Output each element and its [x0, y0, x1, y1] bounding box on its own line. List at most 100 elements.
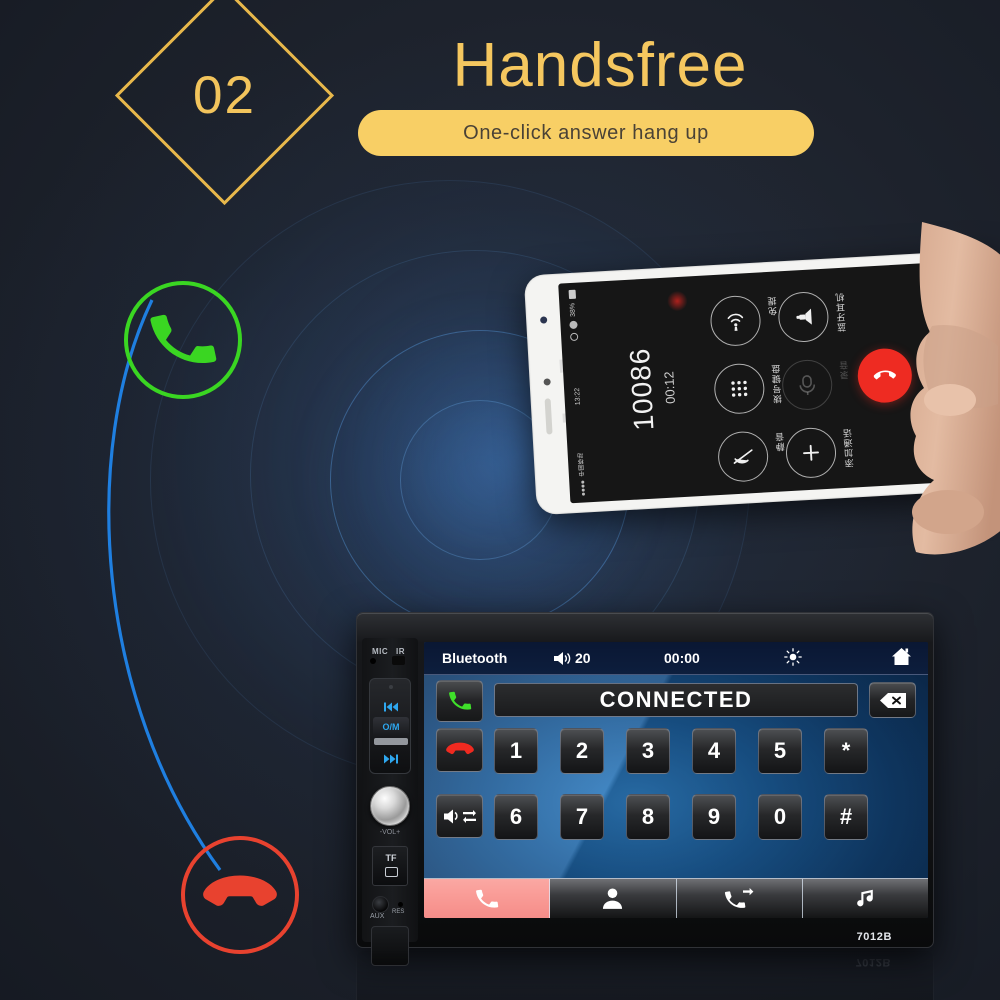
phone-clock: 13:22: [573, 387, 582, 406]
call-status-text: CONNECTED: [599, 687, 753, 712]
screen-clock: 00:00: [664, 650, 700, 666]
model-label: 7012B: [856, 931, 892, 943]
call-action-bluetooth-headset[interactable]: 蓝牙耳机: [777, 290, 847, 344]
call-action-label: 添加通话: [842, 427, 855, 468]
stereo-reflection: 7012B: [356, 950, 934, 1000]
tf-card-slot[interactable]: TF: [372, 846, 408, 886]
call-actions-grid: 免提 拨号键盘 静音 蓝牙耳机 录音 添加通话: [709, 284, 855, 483]
key-0[interactable]: 0: [758, 794, 802, 840]
call-number: 10086: [623, 346, 660, 432]
keypad-icon: [712, 362, 766, 416]
power-mode-button[interactable]: O/M: [373, 717, 409, 737]
battery-percent: 38%: [568, 302, 577, 318]
tab-music[interactable]: [803, 879, 928, 918]
call-status-display: CONNECTED: [494, 683, 858, 717]
key-9[interactable]: 9: [692, 794, 736, 840]
audio-transfer-icon: [443, 809, 476, 823]
key-5[interactable]: 5: [758, 728, 802, 774]
brightness-icon: [784, 647, 802, 666]
speaker-wifi-icon: [709, 294, 762, 348]
stereo-touchscreen[interactable]: Bluetooth 20 00:00 CONNECTED 1 2 3 4 5 *…: [424, 642, 928, 918]
tab-dialer[interactable]: [424, 879, 551, 918]
speaker-icon: [554, 651, 571, 665]
prev-track-button[interactable]: [373, 697, 409, 717]
aux-label: AUX: [370, 913, 385, 920]
aux-jack[interactable]: [372, 896, 389, 913]
battery-icon: [568, 289, 576, 300]
screen-glare: [666, 290, 688, 312]
screen-statusbar: Bluetooth 20 00:00: [424, 642, 928, 675]
answer-call-ring: [124, 281, 242, 399]
key-6[interactable]: 6: [494, 794, 538, 840]
mic-label: MIC: [372, 647, 389, 656]
call-action-keypad[interactable]: 拨号键盘: [712, 362, 783, 416]
phone-hangup-icon: [203, 875, 277, 906]
answer-call-button[interactable]: [436, 680, 483, 722]
reflection-chassis: 7012B: [356, 950, 934, 1000]
key-1[interactable]: 1: [494, 728, 538, 774]
reflection-model-label: 7012B: [855, 956, 891, 968]
add-call-icon: [784, 426, 838, 480]
call-action-mute[interactable]: 静音: [716, 430, 786, 483]
tf-label: TF: [385, 853, 397, 863]
hangup-call-ring: [181, 836, 299, 954]
key-7[interactable]: 7: [560, 794, 604, 840]
hand-holding-phone: [910, 222, 1000, 555]
backspace-icon: [879, 692, 906, 708]
phone-dial-icon: [475, 889, 498, 908]
dial-keypad: 1 2 3 4 5 * 6 7 8 9 0 #: [424, 728, 928, 858]
status-led: [389, 685, 393, 689]
home-icon: [892, 648, 911, 665]
phone-answer-icon: [150, 314, 217, 363]
microphone-hole: [370, 658, 376, 664]
call-action-add-call[interactable]: 添加通话: [784, 426, 855, 480]
backspace-button[interactable]: [869, 682, 916, 718]
call-duration: 00:12: [661, 370, 679, 405]
alarm-icon: [569, 332, 579, 342]
call-action-record[interactable]: 录音: [780, 358, 850, 412]
dial-entry-row: CONNECTED: [424, 678, 928, 724]
key-hash[interactable]: #: [824, 794, 868, 840]
key-star[interactable]: *: [824, 728, 868, 774]
sd-card-icon: [385, 867, 398, 877]
speakerphone-icon: [777, 290, 830, 344]
hardware-button-stack: O/M: [369, 678, 411, 774]
music-note-icon: [857, 889, 873, 907]
next-track-button[interactable]: [373, 749, 409, 769]
brightness-button[interactable]: [784, 647, 802, 669]
hangup-call-button[interactable]: [436, 728, 483, 772]
reset-label: RES: [392, 909, 405, 915]
call-action-speaker-wifi[interactable]: 免提: [709, 294, 778, 348]
car-stereo-unit: MIC IR O/M -VOL+ TF AUX RES Bluetooth 20…: [356, 612, 934, 966]
next-track-icon: [384, 754, 398, 764]
key-4[interactable]: 4: [692, 728, 736, 774]
key-2[interactable]: 2: [560, 728, 604, 774]
call-action-label: 录音: [838, 359, 850, 381]
ir-label: IR: [396, 647, 405, 656]
reset-pinhole[interactable]: [398, 902, 403, 907]
mute-icon: [716, 430, 770, 483]
contact-person-icon: [603, 888, 623, 909]
step-number: 02: [193, 66, 256, 125]
carrier-label: 中国移动: [578, 452, 586, 477]
screen-tabbar: [424, 878, 928, 918]
volume-knob[interactable]: [370, 786, 410, 826]
volume-knob-label: -VOL+: [379, 829, 401, 836]
button-separator: [374, 738, 408, 745]
tab-contacts[interactable]: [550, 879, 677, 918]
home-button[interactable]: [891, 647, 912, 669]
subtitle-text: One-click answer hang up: [463, 121, 709, 144]
stereo-hardware-panel: MIC IR O/M -VOL+ TF AUX RES: [362, 638, 418, 966]
call-action-label: 蓝牙耳机: [835, 291, 848, 333]
volume-value: 20: [575, 650, 591, 666]
volume-indicator[interactable]: 20: [554, 650, 591, 666]
subtitle-pill: One-click answer hang up: [358, 110, 814, 156]
key-8[interactable]: 8: [626, 794, 670, 840]
page-title: Handsfree: [452, 31, 748, 100]
answer-call-icon: [448, 691, 471, 710]
source-label: Bluetooth: [442, 650, 508, 666]
key-3[interactable]: 3: [626, 728, 670, 774]
prev-track-icon: [384, 702, 398, 712]
audio-transfer-button[interactable]: [436, 794, 483, 838]
tab-call-history[interactable]: [677, 879, 803, 918]
